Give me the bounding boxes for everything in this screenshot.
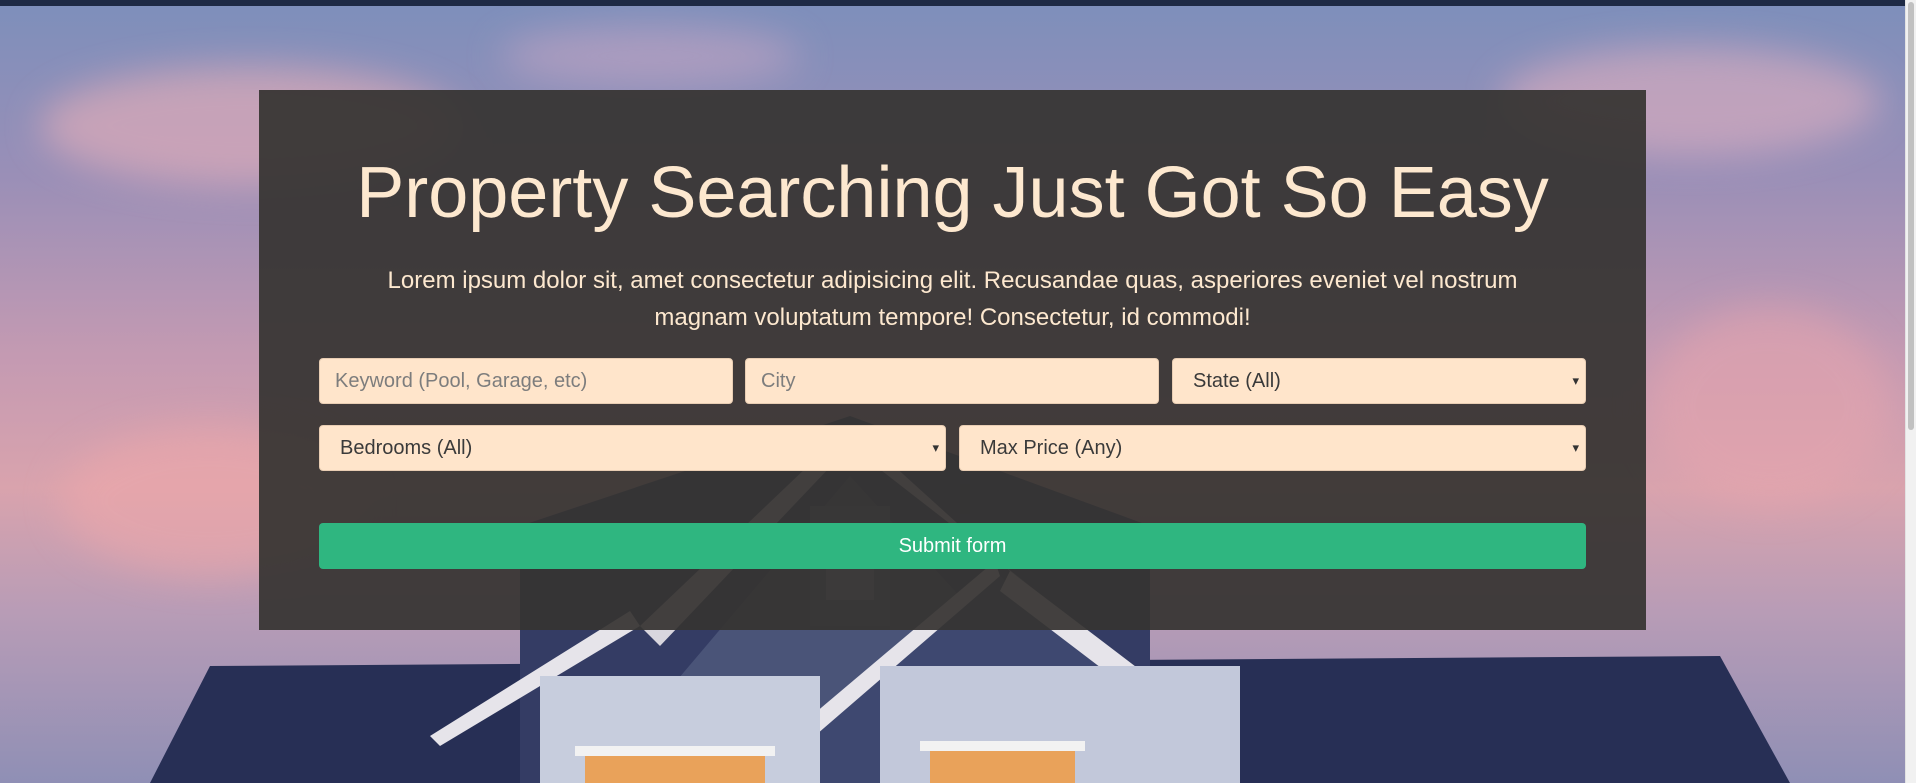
max-price-select[interactable]: Max Price (Any) ▾ <box>959 425 1586 471</box>
submit-form-button[interactable]: Submit form <box>319 523 1586 569</box>
keyword-input[interactable] <box>319 358 733 404</box>
state-select-value: State (All) <box>1193 370 1281 392</box>
city-input[interactable] <box>745 358 1159 404</box>
state-select[interactable]: State (All) ▾ <box>1172 358 1586 404</box>
hero-title: Property Searching Just Got So Easy <box>356 153 1549 233</box>
page-scrollbar[interactable] <box>1905 0 1916 783</box>
scrollbar-thumb[interactable] <box>1908 2 1914 430</box>
bedrooms-select[interactable]: Bedrooms (All) ▾ <box>319 425 946 471</box>
max-price-select-value: Max Price (Any) <box>980 437 1123 459</box>
chevron-down-icon: ▾ <box>1572 440 1579 455</box>
bedrooms-select-value: Bedrooms (All) <box>340 437 473 459</box>
hero-lead-text: Lorem ipsum dolor sit, amet consectetur … <box>387 267 1518 331</box>
page: Property Searching Just Got So Easy Lore… <box>0 0 1916 783</box>
chevron-down-icon: ▾ <box>1572 373 1579 388</box>
top-navbar-strip <box>0 0 1906 6</box>
chevron-down-icon: ▾ <box>932 440 939 455</box>
property-search-panel: Property Searching Just Got So Easy Lore… <box>259 90 1646 630</box>
